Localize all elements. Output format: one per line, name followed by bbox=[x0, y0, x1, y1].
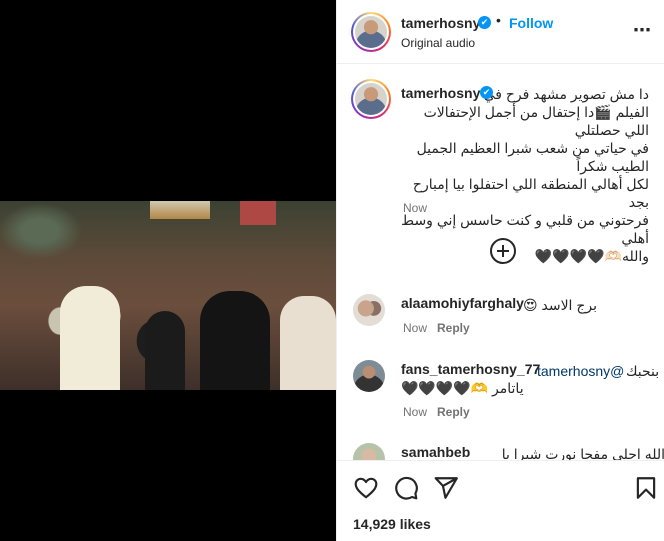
commenter-avatar[interactable] bbox=[353, 294, 385, 326]
comment-icon[interactable] bbox=[393, 475, 419, 501]
comment-timestamp: Now bbox=[403, 321, 428, 335]
comment-username[interactable]: samahbeb bbox=[401, 444, 470, 460]
bookmark-icon[interactable] bbox=[633, 475, 659, 501]
load-more-comments-icon[interactable] bbox=[490, 238, 516, 264]
video-person bbox=[60, 286, 120, 390]
original-audio-link[interactable]: Original audio bbox=[401, 36, 475, 50]
video-person bbox=[145, 311, 185, 390]
separator-dot: • bbox=[496, 12, 501, 28]
caption-username[interactable]: tamerhosny bbox=[401, 85, 480, 101]
comment-username[interactable]: fans_tamerhosny_77 bbox=[401, 361, 540, 377]
post-side-panel: tamerhosny ✔ • Follow Original audio ⋯ د… bbox=[336, 0, 664, 541]
post-actions-bar: 14,929 likes bbox=[337, 460, 664, 541]
comment-username[interactable]: alaamohiyfarghaly bbox=[401, 295, 524, 311]
share-icon[interactable] bbox=[433, 475, 459, 501]
caption-text: دا مش تصوير مشهد فرح في الفيلم 🎬دا إحتفا… bbox=[401, 86, 649, 264]
comment-text: الله احلي مفجا نورت شبرا يا تامر والله bbox=[501, 446, 664, 460]
video-person bbox=[280, 296, 336, 390]
heart-icon[interactable] bbox=[353, 475, 379, 501]
verified-icon: ✔ bbox=[480, 86, 493, 99]
comment-text: برج الاسد 😍 bbox=[523, 297, 597, 313]
mention-link[interactable]: @tamerhosny bbox=[537, 363, 624, 379]
reply-button[interactable]: Reply bbox=[437, 321, 470, 335]
commenter-avatar[interactable] bbox=[353, 360, 385, 392]
comment-meta: Now Reply bbox=[403, 321, 470, 335]
post-video[interactable] bbox=[0, 201, 336, 390]
comments-scroll-area[interactable]: دا مش تصوير مشهد فرح في الفيلم 🎬دا إحتفا… bbox=[337, 64, 664, 460]
comment-meta: Now Reply bbox=[403, 405, 470, 419]
video-sign bbox=[240, 201, 276, 225]
media-panel bbox=[0, 0, 336, 541]
more-options-icon[interactable]: ⋯ bbox=[633, 20, 652, 41]
comment-mention: @tamerhosny bbox=[537, 363, 624, 379]
avatar[interactable] bbox=[351, 12, 391, 52]
video-person bbox=[200, 291, 270, 390]
header-username[interactable]: tamerhosny bbox=[401, 15, 480, 31]
comment-text: بنحبك bbox=[626, 363, 660, 379]
comment-timestamp: Now bbox=[403, 405, 428, 419]
comment-text: ياتامر 🫶🖤🖤🖤🖤 bbox=[401, 380, 524, 396]
commenter-avatar[interactable] bbox=[353, 443, 385, 460]
likes-count[interactable]: 14,929 likes bbox=[353, 516, 431, 532]
video-light bbox=[150, 201, 210, 219]
caption-timestamp: Now bbox=[403, 201, 428, 215]
post-header: tamerhosny ✔ • Follow Original audio ⋯ bbox=[337, 0, 664, 64]
verified-icon: ✔ bbox=[478, 16, 491, 29]
caption-avatar[interactable] bbox=[351, 79, 391, 119]
reply-button[interactable]: Reply bbox=[437, 405, 470, 419]
follow-button[interactable]: Follow bbox=[509, 15, 553, 31]
